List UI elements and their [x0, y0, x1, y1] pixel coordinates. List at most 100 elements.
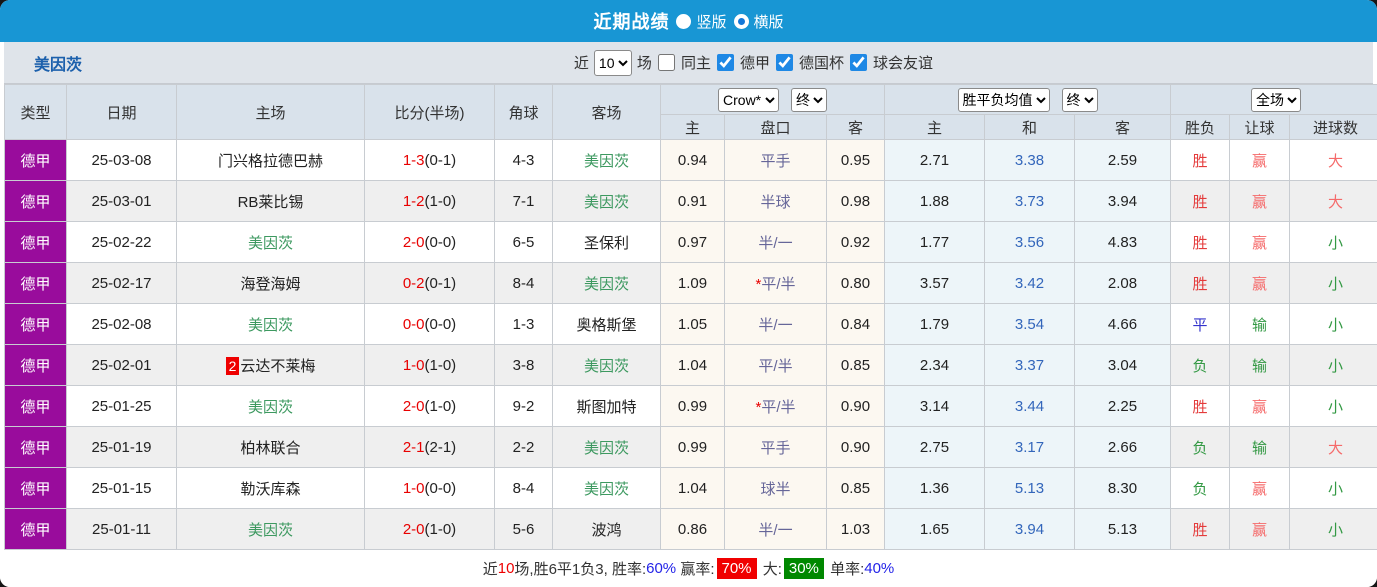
big-rate-label: 大: [759, 558, 782, 579]
date-cell: 25-02-01 [67, 345, 177, 386]
home-team-cell: 美因茨 [177, 222, 365, 263]
goals-cell: 大 [1290, 427, 1377, 468]
home-team-name: 美因茨 [248, 317, 293, 334]
euro-home-odds-cell: 1.65 [885, 509, 985, 550]
europe-time-select[interactable]: 终 [1062, 88, 1098, 112]
league-club-friendly-checkbox[interactable] [850, 54, 867, 71]
handicap-cell: *平/半 [725, 263, 827, 304]
table-row: 德甲 25-03-08 门兴格拉德巴赫 1-3(0-1) 4-3 美因茨 0.9… [5, 140, 1377, 181]
home-team-cell: 勒沃库森 [177, 468, 365, 509]
away-team-name: 美因茨 [584, 481, 629, 498]
horizontal-radio-label[interactable]: 横版 [754, 11, 784, 32]
handicap-cell: 球半 [725, 468, 827, 509]
result-cell: 胜 [1171, 386, 1230, 427]
score-cell: 0-2(0-1) [365, 263, 495, 304]
half-time-score: (0-0) [425, 480, 457, 497]
corner-cell: 4-3 [495, 140, 553, 181]
half-time-score: (0-0) [425, 316, 457, 333]
result-cell: 胜 [1171, 509, 1230, 550]
home-team-name: 美因茨 [248, 235, 293, 252]
home-team-cell: 柏林联合 [177, 427, 365, 468]
corner-cell: 6-5 [495, 222, 553, 263]
layout-option-vertical[interactable]: 竖版 [676, 11, 726, 32]
score-cell: 0-0(0-0) [365, 304, 495, 345]
euro-away-odds-cell: 4.66 [1075, 304, 1171, 345]
same-home-checkbox[interactable] [658, 54, 675, 71]
match-count-select[interactable]: 10 [594, 50, 632, 76]
asia-home-odds-cell: 1.04 [661, 345, 725, 386]
asia-home-odds-cell: 0.99 [661, 427, 725, 468]
euro-draw-odds-cell: 3.42 [985, 263, 1075, 304]
league-dfb-pokal-label[interactable]: 德国杯 [799, 52, 844, 73]
single-rate-value: 40% [864, 560, 894, 577]
horizontal-radio-icon[interactable] [734, 14, 749, 29]
goals-cell: 小 [1290, 345, 1377, 386]
team-name: 美因茨 [34, 51, 82, 75]
result-cell: 平 [1171, 304, 1230, 345]
euro-draw-odds-cell: 3.54 [985, 304, 1075, 345]
recent-results-widget: 近期战绩 竖版 横版 美因茨 近 10 场 同主 德甲 德国杯 球会友谊 [0, 0, 1377, 587]
handicap-result-cell: 输 [1230, 427, 1290, 468]
away-team-name: 美因茨 [584, 194, 629, 211]
handicap-rate-value: 70% [717, 558, 757, 579]
handicap-value: 平/半 [761, 276, 795, 293]
table-row: 德甲 25-02-01 2云达不莱梅 1-0(1-0) 3-8 美因茨 1.04… [5, 345, 1377, 386]
handicap-result-cell: 赢 [1230, 386, 1290, 427]
result-cell: 胜 [1171, 222, 1230, 263]
away-team-name: 奥格斯堡 [576, 317, 636, 334]
full-time-score: 2-1 [403, 439, 425, 456]
league-bundesliga-checkbox[interactable] [717, 54, 734, 71]
vertical-radio-icon[interactable] [676, 14, 691, 29]
handicap-value: 平手 [760, 440, 790, 457]
handicap-value: 平/半 [761, 399, 795, 416]
asia-away-odds-cell: 0.80 [827, 263, 885, 304]
league-cell: 德甲 [5, 509, 67, 550]
col-header-corner: 角球 [495, 85, 553, 140]
layout-option-horizontal[interactable]: 横版 [734, 11, 784, 32]
league-dfb-pokal-checkbox[interactable] [776, 54, 793, 71]
score-cell: 1-2(1-0) [365, 181, 495, 222]
result-cell: 负 [1171, 468, 1230, 509]
asia-time-select[interactable]: 终 [791, 88, 827, 112]
handicap-value: 半/一 [758, 235, 792, 252]
asia-away-odds-cell: 0.90 [827, 386, 885, 427]
europe-type-select[interactable]: 胜平负均值 [958, 88, 1050, 112]
euro-away-odds-cell: 2.66 [1075, 427, 1171, 468]
corner-cell: 8-4 [495, 468, 553, 509]
full-time-score: 2-0 [403, 234, 425, 251]
scope-select[interactable]: 全场 [1251, 88, 1301, 112]
euro-draw-odds-cell: 3.17 [985, 427, 1075, 468]
result-cell: 胜 [1171, 263, 1230, 304]
vertical-radio-label[interactable]: 竖版 [696, 11, 726, 32]
handicap-result-cell: 赢 [1230, 468, 1290, 509]
same-home-label[interactable]: 同主 [681, 52, 711, 73]
full-time-score: 0-0 [403, 316, 425, 333]
table-row: 德甲 25-02-17 海登海姆 0-2(0-1) 8-4 美因茨 1.09 *… [5, 263, 1377, 304]
away-team-cell: 美因茨 [553, 181, 661, 222]
home-team-name: RB莱比锡 [238, 194, 304, 211]
handicap-result-cell: 赢 [1230, 263, 1290, 304]
col-header-goals: 进球数 [1290, 115, 1377, 140]
results-table: 类型 日期 主场 比分(半场) 角球 客场 Crow*终 胜平负均值终 全场 [4, 84, 1377, 550]
away-team-cell: 圣保利 [553, 222, 661, 263]
away-team-cell: 奥格斯堡 [553, 304, 661, 345]
league-club-friendly-label[interactable]: 球会友谊 [873, 52, 933, 73]
rank-badge: 2 [226, 357, 240, 375]
asia-home-odds-cell: 0.99 [661, 386, 725, 427]
bookmaker-select[interactable]: Crow* [718, 88, 779, 112]
handicap-result-cell: 赢 [1230, 222, 1290, 263]
full-time-score: 1-0 [403, 357, 425, 374]
home-team-cell: 美因茨 [177, 509, 365, 550]
asia-home-odds-cell: 0.97 [661, 222, 725, 263]
league-cell: 德甲 [5, 427, 67, 468]
handicap-cell: 半/一 [725, 222, 827, 263]
asia-away-odds-cell: 0.84 [827, 304, 885, 345]
home-team-name: 勒沃库森 [240, 481, 300, 498]
asia-home-odds-cell: 1.05 [661, 304, 725, 345]
handicap-value: 平/半 [758, 358, 792, 375]
league-cell: 德甲 [5, 345, 67, 386]
home-team-cell: RB莱比锡 [177, 181, 365, 222]
league-bundesliga-label[interactable]: 德甲 [740, 52, 770, 73]
table-row: 德甲 25-02-22 美因茨 2-0(0-0) 6-5 圣保利 0.97 半/… [5, 222, 1377, 263]
euro-away-odds-cell: 2.08 [1075, 263, 1171, 304]
